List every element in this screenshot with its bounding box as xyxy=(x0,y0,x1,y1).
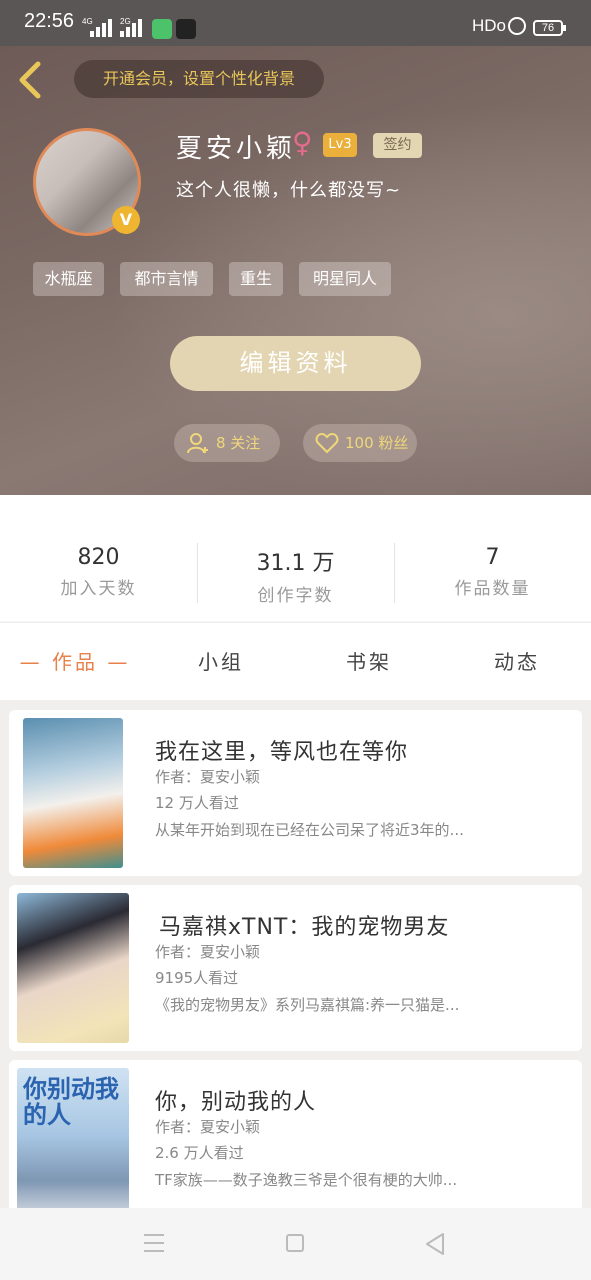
level-badge: Lv3 xyxy=(323,133,357,157)
stat-word-count: 31.1 万 创作字数 xyxy=(197,545,394,606)
work-author: 作者：夏安小颖 xyxy=(155,1118,261,1136)
fans-button[interactable]: 100 粉丝 xyxy=(303,424,417,462)
stat-value: 7 xyxy=(485,545,500,570)
back-triangle-icon[interactable] xyxy=(424,1232,446,1256)
work-views: 2.6 万人看过 xyxy=(155,1144,244,1162)
alarm-icon xyxy=(508,17,526,35)
profile-header: 开通会员，设置个性化背景 V 夏安小颖 ♀ Lv3 签约 这个人很懒，什么都没写… xyxy=(0,46,591,495)
username: 夏安小颖 xyxy=(176,134,297,164)
work-cover-image[interactable] xyxy=(17,893,129,1043)
work-author: 作者：夏安小颖 xyxy=(155,943,261,961)
signal-icon xyxy=(90,19,116,37)
stats-section: 820 加入天数 31.1 万 创作字数 7 作品数量 xyxy=(0,495,591,621)
tag-item[interactable]: 重生 xyxy=(229,262,283,296)
app-notification-icon xyxy=(152,19,172,39)
tag-item[interactable]: 都市言情 xyxy=(120,262,213,296)
female-gender-icon: ♀ xyxy=(292,126,313,159)
stat-label: 作品数量 xyxy=(454,579,531,599)
tab-bookshelf[interactable]: 书架 xyxy=(323,623,415,701)
work-description: TF家族——数子逸教三爷是个很有梗的大帅... xyxy=(155,1171,458,1189)
stat-works-count: 7 作品数量 xyxy=(394,545,591,599)
stat-value: 820 xyxy=(77,545,120,570)
battery-icon: 76 xyxy=(533,20,566,36)
work-views: 9195人看过 xyxy=(155,969,239,987)
tab-groups[interactable]: 小组 xyxy=(175,623,267,701)
work-card[interactable]: 你别动我的人 你，别动我的人 作者：夏安小颖 2.6 万人看过 TF家族——数子… xyxy=(9,1060,582,1208)
following-count: 8 关注 xyxy=(216,434,261,452)
verified-v-badge: V xyxy=(112,206,140,234)
work-description: 《我的宠物男友》系列马嘉祺篇:养一只猫是... xyxy=(155,996,460,1014)
tag-item[interactable]: 水瓶座 xyxy=(33,262,104,296)
edit-profile-button[interactable]: 编辑资料 xyxy=(170,336,421,391)
work-author: 作者：夏安小颖 xyxy=(155,768,261,786)
heart-icon xyxy=(315,432,339,454)
tab-activity[interactable]: 动态 xyxy=(471,623,563,701)
tab-works[interactable]: — 作品 — xyxy=(10,623,140,701)
system-nav-bar xyxy=(0,1208,591,1280)
home-icon[interactable] xyxy=(286,1234,304,1252)
work-card[interactable]: 马嘉祺xTNT：我的宠物男友 作者：夏安小颖 9195人看过 《我的宠物男友》系… xyxy=(9,885,582,1051)
back-arrow-icon[interactable] xyxy=(14,60,48,100)
signal-icon-2 xyxy=(120,19,146,37)
cover-title-text: 你别动我的人 xyxy=(23,1074,119,1129)
menu-icon[interactable] xyxy=(144,1234,164,1252)
fans-count: 100 粉丝 xyxy=(345,434,409,452)
stat-label: 加入天数 xyxy=(60,579,137,599)
work-description: 从某年开始到现在已经在公司呆了将近3年的... xyxy=(155,821,464,839)
vip-background-prompt[interactable]: 开通会员，设置个性化背景 xyxy=(74,60,324,98)
person-add-icon xyxy=(187,433,208,454)
works-list: 我在这里，等风也在等你 作者：夏安小颖 12 万人看过 从某年开始到现在已经在公… xyxy=(0,700,591,1208)
tag-item[interactable]: 明星同人 xyxy=(299,262,391,296)
work-title: 你，别动我的人 xyxy=(155,1090,317,1115)
stat-label: 创作字数 xyxy=(257,586,334,606)
qq-icon xyxy=(176,19,196,39)
status-bar: 22:56 4G 2G HDo 76 xyxy=(0,0,591,46)
tab-bar: — 作品 — 小组 书架 动态 xyxy=(0,622,591,700)
work-views: 12 万人看过 xyxy=(155,794,239,812)
hd-indicator: HDo xyxy=(472,16,507,35)
work-cover-image[interactable] xyxy=(23,718,123,868)
work-cover-image[interactable]: 你别动我的人 xyxy=(17,1068,129,1208)
following-button[interactable]: 8 关注 xyxy=(174,424,280,462)
work-card[interactable]: 我在这里，等风也在等你 作者：夏安小颖 12 万人看过 从某年开始到现在已经在公… xyxy=(9,710,582,876)
signed-author-badge: 签约 xyxy=(373,133,422,158)
work-title: 我在这里，等风也在等你 xyxy=(155,740,409,765)
stat-days-joined: 820 加入天数 xyxy=(0,545,197,599)
stat-value: 31.1 万 xyxy=(256,551,335,576)
work-title: 马嘉祺xTNT：我的宠物男友 xyxy=(159,915,450,940)
status-time: 22:56 xyxy=(24,10,75,32)
bio-text: 这个人很懒，什么都没写~ xyxy=(176,180,402,201)
